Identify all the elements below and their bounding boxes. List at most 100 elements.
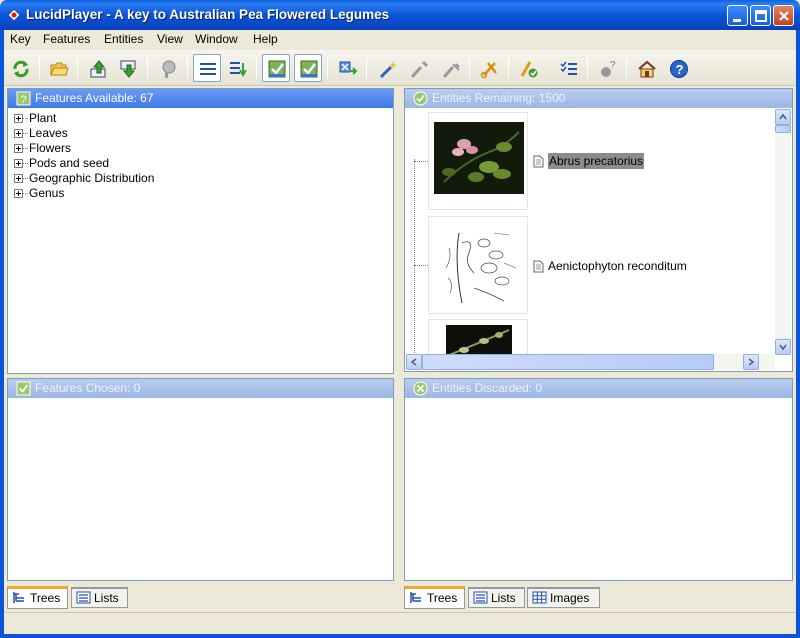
tree-item[interactable]: Plant	[14, 111, 154, 126]
document-icon	[533, 260, 544, 273]
tree-item-label: Plant	[29, 111, 57, 125]
tree-item-label: Geographic Distribution	[29, 171, 155, 185]
features-available-header: ? Features Available: 67	[8, 89, 393, 108]
list-view-button[interactable]	[193, 54, 221, 82]
next-step-button[interactable]	[333, 54, 361, 82]
list-icon	[473, 591, 488, 604]
menu-view[interactable]: View	[157, 32, 183, 46]
entities-remaining-title: Entities Remaining: 1500	[432, 91, 566, 105]
features-available-panel: ? Features Available: 67 Plant Leaves Fl…	[7, 88, 394, 374]
tab-trees-left[interactable]: Trees	[7, 586, 68, 609]
menu-help[interactable]: Help	[253, 32, 278, 46]
tree-item[interactable]: Leaves	[14, 126, 154, 141]
cut-button[interactable]	[475, 54, 503, 82]
svg-text:?: ?	[21, 94, 27, 106]
expand-icon[interactable]	[14, 114, 23, 123]
tab-label: Images	[550, 591, 590, 605]
find-button[interactable]	[154, 54, 182, 82]
tree-item[interactable]: Geographic Distribution	[14, 171, 154, 186]
best-button[interactable]	[404, 54, 432, 82]
differences-icon	[520, 61, 538, 78]
entity-item-aenictophyton-reconditum[interactable]: Aenictophyton reconditum	[533, 258, 687, 274]
features-chosen-title: Features Chosen: 0	[35, 381, 141, 395]
tab-images-right[interactable]: Images	[527, 587, 600, 608]
entity-vertical-scrollbar[interactable]	[775, 109, 791, 355]
scroll-down-button[interactable]	[775, 339, 791, 355]
entities-remaining-panel: Entities Remaining: 1500 Abrus precatori…	[404, 88, 793, 372]
plant-photo	[434, 122, 524, 194]
restart-key-button[interactable]	[6, 54, 34, 82]
open-key-button[interactable]	[44, 54, 72, 82]
menu-window[interactable]: Window	[195, 32, 238, 46]
magic-wand-button[interactable]	[373, 54, 401, 82]
close-button[interactable]	[773, 5, 794, 26]
expand-icon[interactable]	[14, 144, 23, 153]
home-button[interactable]	[632, 54, 660, 82]
checklist-icon	[560, 61, 577, 75]
line-drawing	[434, 223, 524, 309]
open-folder-icon	[50, 62, 69, 76]
scroll-thumb[interactable]	[775, 125, 791, 133]
menu-key[interactable]: Key	[10, 32, 31, 46]
toolbar: ? ?	[4, 50, 796, 86]
move-down-icon	[120, 60, 136, 78]
prune-button[interactable]	[436, 54, 464, 82]
tree-item[interactable]: Genus	[14, 186, 154, 201]
tab-label: Trees	[30, 591, 61, 605]
differences-button[interactable]	[514, 54, 542, 82]
sort-list-button[interactable]	[223, 54, 251, 82]
entity-name: Aenictophyton reconditum	[548, 259, 687, 273]
entity-horizontal-scrollbar[interactable]	[406, 354, 775, 370]
tab-trees-right[interactable]: Trees	[404, 586, 465, 609]
best-icon	[410, 60, 429, 79]
magic-wand-icon	[379, 61, 397, 79]
scroll-up-button[interactable]	[775, 109, 791, 125]
entity-thumbnail[interactable]	[428, 112, 528, 210]
tab-label: Lists	[491, 591, 516, 605]
maximize-button[interactable]	[750, 5, 771, 26]
tree-item-label: Genus	[29, 186, 65, 200]
tree-item[interactable]: Pods and seed	[14, 156, 154, 171]
check-circle-icon	[413, 91, 428, 106]
scroll-right-button[interactable]	[743, 354, 759, 370]
move-up-icon	[90, 60, 106, 78]
checklist-button[interactable]	[554, 54, 582, 82]
question-box-icon: ?	[16, 91, 31, 106]
expand-icon[interactable]	[14, 174, 23, 183]
show-thumbnails-button[interactable]	[294, 54, 322, 82]
expand-icon[interactable]	[14, 129, 23, 138]
left-tab-strip: Trees Lists	[7, 586, 207, 609]
tab-label: Lists	[94, 591, 119, 605]
tree-item-label: Flowers	[29, 141, 72, 155]
expand-icon[interactable]	[14, 189, 23, 198]
help-cursor-button[interactable]: ?	[593, 54, 621, 82]
svg-text:?: ?	[676, 62, 684, 77]
tree-icon	[13, 592, 24, 603]
move-up-button[interactable]	[84, 54, 112, 82]
window-frame-left	[0, 30, 4, 638]
tree-item[interactable]: Flowers	[14, 141, 154, 156]
window-frame-right	[796, 30, 800, 638]
entity-thumbnail[interactable]	[428, 216, 528, 314]
minimize-button[interactable]	[727, 5, 748, 26]
entity-list: Abrus precatorius Aenictophyton recondit…	[406, 109, 775, 355]
status-bar	[4, 612, 796, 634]
menu-bar: Key Features Entities View Window Help	[4, 30, 796, 50]
menu-entities[interactable]: Entities	[104, 32, 143, 46]
window-frame-bottom	[0, 634, 800, 638]
tab-lists-right[interactable]: Lists	[468, 587, 525, 608]
move-down-button[interactable]	[114, 54, 142, 82]
help-button[interactable]: ?	[664, 54, 692, 82]
menu-features[interactable]: Features	[43, 32, 90, 46]
expand-icon[interactable]	[14, 159, 23, 168]
scroll-thumb[interactable]	[422, 354, 714, 370]
tab-lists-left[interactable]: Lists	[71, 587, 128, 608]
entities-discarded-panel: Entities Discarded: 0	[404, 378, 793, 581]
arrow-down-icon	[779, 344, 787, 351]
scissors-icon	[480, 62, 497, 79]
entity-thumbnail[interactable]	[428, 319, 528, 355]
entity-item-abrus-precatorius[interactable]: Abrus precatorius	[533, 153, 645, 169]
show-images-button[interactable]	[262, 54, 290, 82]
prune-icon	[442, 63, 460, 79]
scroll-left-button[interactable]	[406, 354, 422, 370]
